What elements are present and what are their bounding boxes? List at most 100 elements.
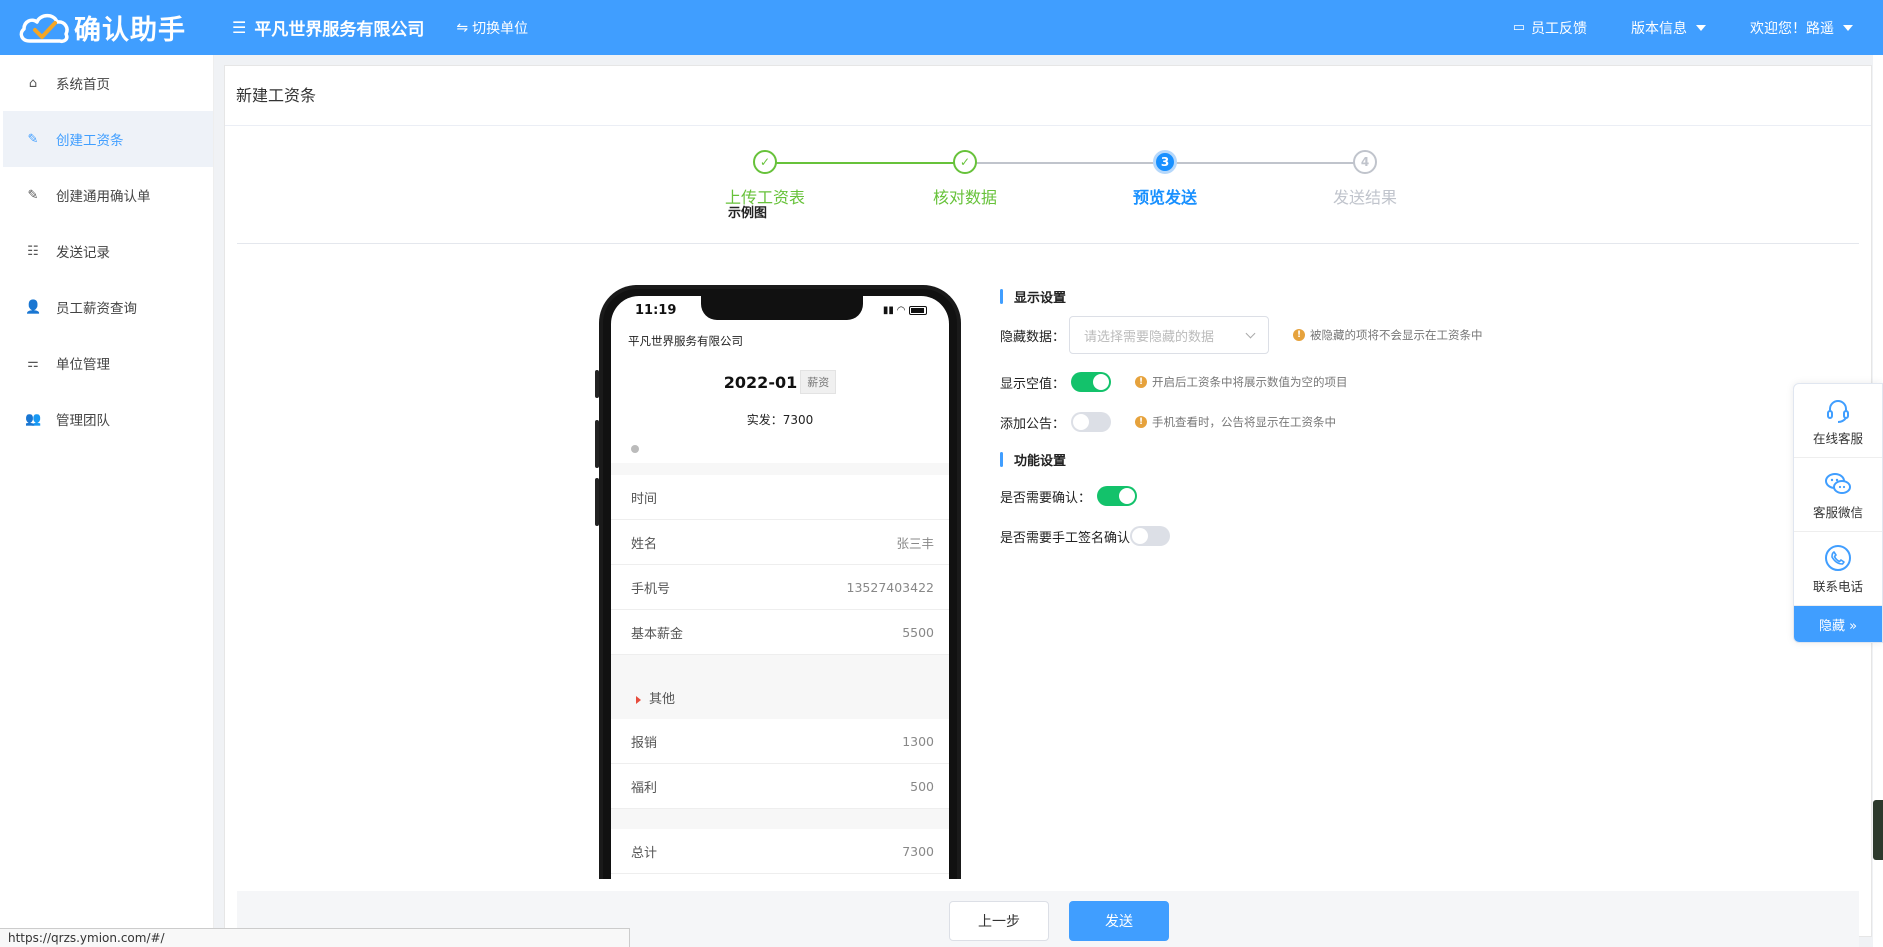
step-preview: 3 预览发送	[1105, 150, 1225, 208]
float-label: 客服微信	[1812, 504, 1863, 520]
headset-icon	[1827, 399, 1849, 423]
phone-service-button[interactable]: 联系电话	[1794, 532, 1882, 606]
page-title: 新建工资条	[225, 66, 1871, 126]
app-logo[interactable]: 确认助手	[16, 8, 202, 47]
org-icon: ⚎	[27, 355, 39, 371]
switch-knob	[1093, 374, 1110, 390]
wechat-service-button[interactable]: 客服微信	[1794, 458, 1882, 532]
edit-icon: ✎	[27, 131, 39, 147]
wechat-icon	[1825, 472, 1851, 494]
content-card: 新建工资条 ✓ 上传工资表 ✓ 核对数据 3 预览发送 4 发送结果 显示设置 …	[224, 65, 1872, 947]
step-label: 预览发送	[1132, 188, 1197, 207]
hide-data-select[interactable]: 请选择需要隐藏的数据	[1069, 316, 1270, 354]
online-service-button[interactable]: 在线客服	[1794, 384, 1882, 458]
list-item: 基本薪金 5500	[611, 610, 949, 655]
user-welcome: 欢迎您！路遥	[1750, 20, 1834, 37]
row-key: 总计	[631, 845, 658, 861]
hide-data-row: 隐藏数据： 请选择需要隐藏的数据 ! 被隐藏的项将不会显示在工资条中	[1000, 316, 1483, 354]
preview-tag: 薪资	[800, 370, 837, 394]
switch-icon: ⇋	[456, 19, 469, 36]
add-notice-hint: ! 手机查看时，公告将显示在工资条中	[1135, 414, 1336, 430]
list-item: 报销 1300	[611, 719, 949, 764]
preview-gap	[611, 809, 949, 829]
need-confirm-switch[interactable]	[1097, 486, 1138, 506]
sidebar-item-label: 管理团队	[56, 413, 110, 429]
prev-step-button[interactable]: 上一步	[949, 901, 1049, 941]
phone-time: 11:19	[635, 302, 677, 318]
app-name: 确认助手	[74, 15, 186, 46]
need-sign-row: 是否需要手工签名确认	[1000, 526, 1171, 546]
step-label: 核对数据	[932, 188, 997, 207]
sidebar-item-label: 发送记录	[56, 245, 110, 261]
step-upload: ✓ 上传工资表	[705, 150, 825, 208]
row-value: 5500	[902, 624, 934, 640]
sidebar-item-org-manage[interactable]: ⚎ 单位管理	[3, 335, 213, 391]
preview-gap	[611, 463, 949, 475]
send-button[interactable]: 发送	[1069, 901, 1169, 941]
show-empty-switch[interactable]	[1071, 372, 1112, 392]
show-empty-hint: ! 开启后工资条中将展示数值为空的项目	[1135, 374, 1348, 390]
switch-knob	[1073, 414, 1090, 430]
step-number: 3	[1153, 150, 1177, 174]
preview-section-other: 其他	[611, 655, 949, 719]
float-label: 在线客服	[1812, 430, 1863, 446]
preview-paid: 实发：7300	[746, 413, 814, 427]
switch-knob	[1132, 528, 1149, 544]
feedback-link[interactable]: ▭ 员工反馈	[1513, 18, 1587, 38]
feedback-label: 员工反馈	[1531, 20, 1587, 37]
caret-right-icon	[636, 696, 641, 704]
section-title-text: 功能设置	[1014, 453, 1067, 469]
section-label: 其他	[649, 692, 676, 707]
bulb-icon	[631, 445, 639, 453]
switch-org-button[interactable]: ⇋ 切换单位	[456, 18, 528, 38]
switch-knob	[1119, 488, 1136, 504]
row-value: 张三丰	[896, 535, 934, 551]
need-sign-switch[interactable]	[1130, 526, 1171, 546]
step-line-3	[1165, 162, 1365, 164]
main-area: 新建工资条 ✓ 上传工资表 ✓ 核对数据 3 预览发送 4 发送结果 显示设置 …	[224, 55, 1873, 947]
current-org[interactable]: ☰ 平凡世界服务有限公司	[232, 15, 424, 40]
version-dropdown[interactable]: 版本信息	[1631, 18, 1706, 38]
select-placeholder: 请选择需要隐藏的数据	[1084, 329, 1215, 345]
sidebar-item-create-confirm[interactable]: ✎ 创建通用确认单	[3, 167, 213, 223]
list-icon: ☷	[27, 243, 39, 259]
sidebar-item-home[interactable]: ⌂ 系统首页	[3, 55, 213, 111]
preview-month: 2022-01	[723, 372, 798, 392]
row-value: 1300	[902, 733, 934, 749]
preview-company: 平凡世界服务有限公司	[628, 334, 743, 348]
chevron-down-icon	[1245, 328, 1256, 338]
section-bar	[1000, 451, 1003, 467]
check-icon: ✓	[753, 150, 777, 174]
step-number: 4	[1353, 150, 1377, 174]
step-line-1	[765, 162, 965, 164]
user-dropdown[interactable]: 欢迎您！路遥	[1750, 18, 1853, 38]
add-notice-row: 添加公告： ! 手机查看时，公告将显示在工资条中	[1000, 412, 1336, 432]
top-header: 确认助手 ☰ 平凡世界服务有限公司 ⇋ 切换单位 ▭ 员工反馈 版本信息 欢迎您…	[0, 0, 1883, 55]
sidebar-gutter	[214, 55, 224, 947]
need-confirm-label: 是否需要确认：	[1000, 490, 1092, 506]
phone-preview: 11:19 ▮▮ ◠ 平凡世界服务有限公司 2022-01 薪资 实发：7300…	[599, 285, 961, 879]
sidebar-item-send-records[interactable]: ☷ 发送记录	[3, 223, 213, 279]
row-key: 报销	[631, 735, 658, 751]
edge-handle[interactable]	[1873, 800, 1883, 860]
preview-title: 示例图	[728, 206, 768, 221]
list-item: 姓名 张三丰	[611, 520, 949, 565]
phone-screen: 11:19 ▮▮ ◠ 平凡世界服务有限公司 2022-01 薪资 实发：7300…	[611, 296, 949, 879]
phone-notch	[701, 296, 863, 320]
sidebar-item-label: 单位管理	[56, 357, 110, 373]
sidebar-item-team[interactable]: 👥 管理团队	[3, 391, 213, 447]
row-value: 7300	[902, 843, 934, 859]
float-label: 联系电话	[1812, 578, 1863, 594]
menu-icon: ☰	[232, 18, 247, 37]
list-item: 总计 7300	[611, 829, 949, 874]
sidebar-item-salary-query[interactable]: 👤 员工薪资查询	[3, 279, 213, 335]
sidebar: ⌂ 系统首页 ✎ 创建工资条 ✎ 创建通用确认单 ☷ 发送记录 👤 员工薪资查询…	[3, 55, 214, 947]
battery-icon	[909, 305, 927, 315]
hint-text: 手机查看时，公告将显示在工资条中	[1152, 415, 1337, 429]
display-settings-title: 显示设置	[1000, 286, 1066, 306]
caret-down-icon	[1696, 24, 1706, 31]
hide-float-button[interactable]: 隐藏 »	[1794, 606, 1882, 642]
sidebar-item-label: 系统首页	[56, 77, 110, 93]
add-notice-switch[interactable]	[1071, 412, 1112, 432]
sidebar-item-create-payslip[interactable]: ✎ 创建工资条	[3, 111, 213, 167]
